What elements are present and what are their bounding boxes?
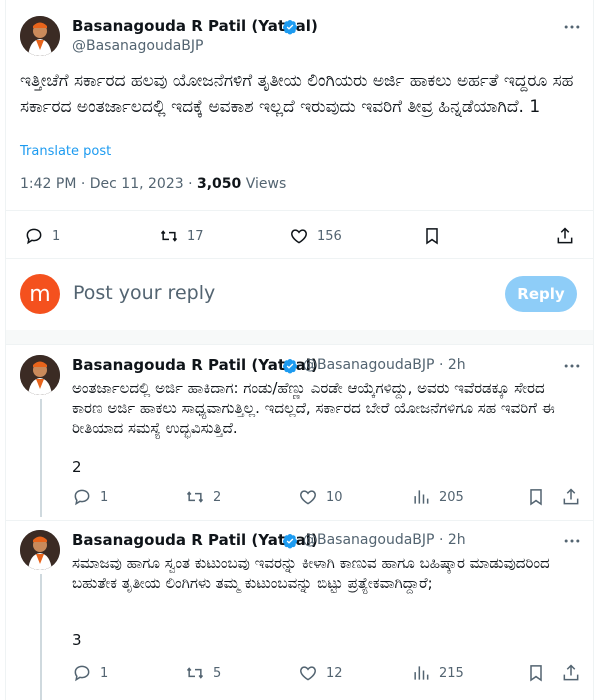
- reply-input[interactable]: Post your reply: [73, 282, 215, 304]
- like-count: 156: [317, 228, 342, 244]
- thread-post-number: 2: [72, 458, 82, 476]
- like-icon: [291, 229, 307, 244]
- avatar-photo: [20, 530, 60, 570]
- share-icon: [563, 664, 579, 681]
- left-border: [5, 0, 6, 700]
- reply-count: 1: [100, 489, 109, 505]
- views-icon: [414, 490, 429, 504]
- share-icon: [563, 488, 579, 505]
- divider: [6, 520, 593, 521]
- translate-post-link[interactable]: Translate post: [20, 144, 111, 159]
- reply-count: 1: [100, 665, 109, 681]
- verified-badge-icon: [283, 534, 297, 549]
- post-thread-page: Basanagouda R Patil (Yatnal) @Basanagoud…: [0, 0, 600, 700]
- composer-avatar[interactable]: m: [20, 274, 60, 314]
- thread-avatar[interactable]: [20, 530, 60, 570]
- views-icon: [414, 666, 429, 680]
- author-name[interactable]: Basanagouda R Patil (Yatnal): [72, 17, 318, 35]
- bookmark-action[interactable]: [526, 487, 546, 507]
- divider: [6, 258, 593, 259]
- share-action[interactable]: [561, 487, 581, 507]
- repost-icon: [186, 491, 204, 503]
- views-action[interactable]: 205: [411, 487, 464, 507]
- views-label: Views: [241, 176, 287, 192]
- bookmark-action[interactable]: [422, 226, 442, 246]
- section-gap: [6, 330, 593, 344]
- repost-action[interactable]: 17: [159, 226, 204, 246]
- like-count: 10: [326, 489, 343, 505]
- thread-connector: [40, 399, 42, 517]
- more-icon[interactable]: [562, 17, 582, 37]
- share-action[interactable]: [555, 226, 575, 246]
- divider: [6, 210, 593, 211]
- like-action[interactable]: 10: [298, 487, 343, 507]
- repost-count: 5: [213, 665, 222, 681]
- thread-author-name[interactable]: Basanagouda R Patil (Yatnal): [72, 531, 318, 549]
- repost-icon: [186, 667, 204, 679]
- thread-post-text: ಅಂತರ್ಜಾಲದಲ್ಲಿ ಅರ್ಜಿ ಹಾಕಿದಾಗ: ಗಂಡು/ಹೆಣ್ಣು…: [72, 379, 555, 437]
- views-count: 215: [439, 665, 464, 681]
- share-icon: [557, 227, 573, 244]
- post-time[interactable]: 1:42 PM · Dec 11, 2023 ·: [20, 176, 197, 192]
- thread-post-text: ಸಮಾಜವು ಹಾಗೂ ಸ್ವಂತ ಕುಟುಂಬವು ಇವರನ್ನು ಕೀಳಾಗ…: [72, 554, 550, 592]
- bookmark-icon: [530, 665, 542, 682]
- reply-icon: [74, 665, 90, 682]
- avatar-photo: [20, 355, 60, 395]
- post-meta: 1:42 PM · Dec 11, 2023 · 3,050 Views: [20, 176, 286, 192]
- author-avatar[interactable]: [20, 16, 60, 56]
- reply-button[interactable]: Reply: [505, 276, 577, 312]
- repost-icon: [160, 230, 178, 242]
- divider: [6, 344, 593, 345]
- like-icon: [300, 666, 316, 681]
- thread-connector: [40, 574, 42, 700]
- like-action[interactable]: 12: [298, 663, 343, 683]
- right-border: [593, 0, 594, 700]
- more-icon[interactable]: [562, 531, 582, 551]
- thread-avatar[interactable]: [20, 355, 60, 395]
- like-count: 12: [326, 665, 343, 681]
- avatar-photo: [20, 16, 60, 56]
- post-text: ಇತ್ತೀಚೆಗೆ ಸರ್ಕಾರದ ಹಲವು ಯೋಜನೆಗಳಿಗೆ ತೃತೀಯ …: [20, 71, 574, 117]
- repost-count: 17: [187, 228, 204, 244]
- views-count: 205: [439, 489, 464, 505]
- thread-post-number: 3: [72, 631, 82, 649]
- author-handle[interactable]: @BasanagoudaBJP: [72, 38, 203, 54]
- bookmark-icon: [530, 489, 542, 506]
- thread-author-name[interactable]: Basanagouda R Patil (Yatnal): [72, 356, 318, 374]
- reply-action[interactable]: 1: [24, 226, 60, 246]
- views-count: 3,050: [197, 176, 242, 192]
- repost-action[interactable]: 2: [185, 487, 221, 507]
- like-icon: [300, 490, 316, 505]
- like-action[interactable]: 156: [289, 226, 342, 246]
- thread-author-handle[interactable]: @BasanagoudaBJP · 2h: [303, 532, 466, 548]
- reply-icon: [26, 228, 42, 245]
- reply-icon: [74, 489, 90, 506]
- thread-author-handle[interactable]: @BasanagoudaBJP · 2h: [303, 357, 466, 373]
- verified-badge-icon: [283, 359, 297, 374]
- reply-action[interactable]: 1: [72, 487, 108, 507]
- share-action[interactable]: [561, 663, 581, 683]
- repost-count: 2: [213, 489, 222, 505]
- repost-action[interactable]: 5: [185, 663, 221, 683]
- verified-badge-icon: [283, 20, 297, 35]
- views-action[interactable]: 215: [411, 663, 464, 683]
- bookmark-icon: [426, 228, 438, 245]
- reply-action[interactable]: 1: [72, 663, 108, 683]
- more-icon[interactable]: [562, 356, 582, 376]
- bookmark-action[interactable]: [526, 663, 546, 683]
- reply-count: 1: [52, 228, 61, 244]
